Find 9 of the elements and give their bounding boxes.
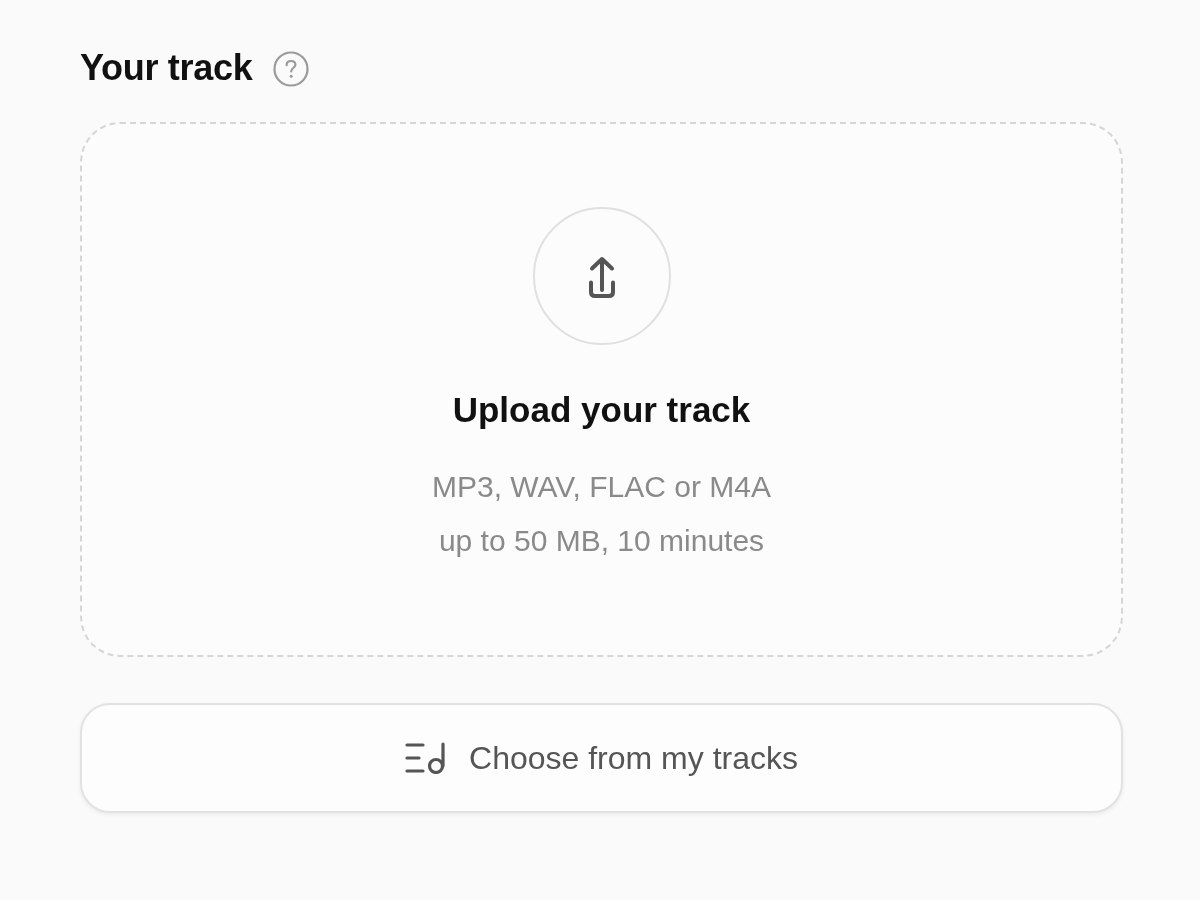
help-icon[interactable]: [273, 51, 310, 87]
section-title: Your track: [80, 46, 253, 90]
upload-icon: [532, 207, 671, 345]
upload-title: Upload your track: [452, 389, 751, 431]
upload-hint: MP3, WAV, FLAC or M4A: [432, 469, 771, 505]
upload-hint: up to 50 MB, 10 minutes: [438, 523, 765, 559]
upload-dropzone[interactable]: Upload your track MP3, WAV, FLAC or M4A up to 50 MB, 10 minutes: [80, 122, 1123, 657]
choose-tracks-button[interactable]: Choose from my tracks: [80, 703, 1123, 813]
music-list-icon: [405, 742, 447, 774]
